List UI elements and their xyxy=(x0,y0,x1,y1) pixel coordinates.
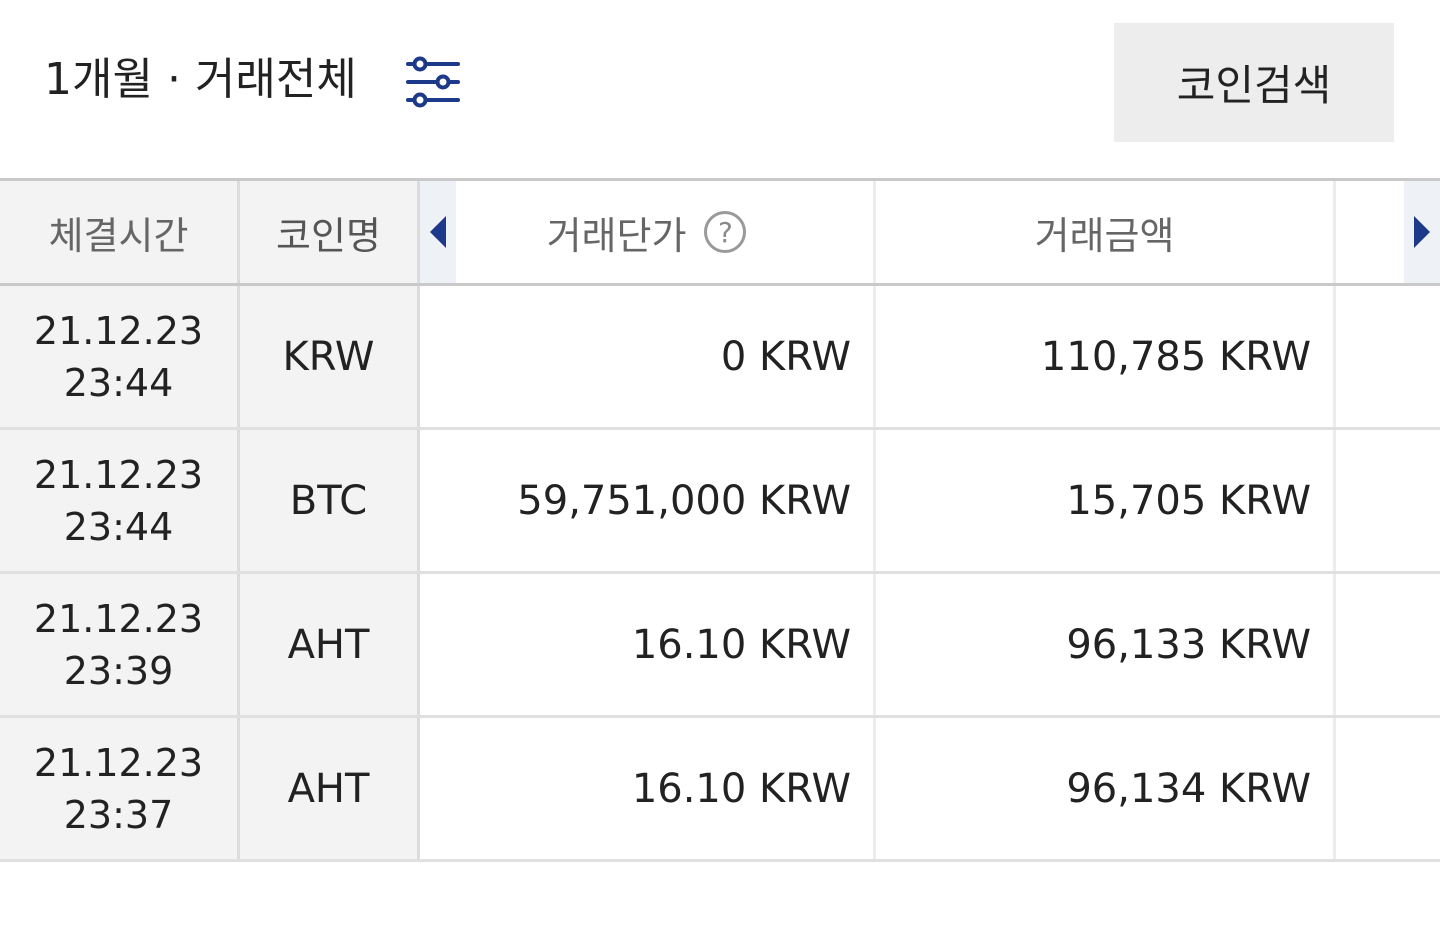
price-cell: 16.10 KRW xyxy=(420,574,876,715)
transaction-table: 체결시간 코인명 거래단가 ? 거래금액 21.12.23 23:44 KRW xyxy=(0,178,1440,862)
trade-price: 0 KRW xyxy=(720,333,851,380)
trade-price: 59,751,000 KRW xyxy=(517,477,851,524)
amount-cell: 96,133 KRW xyxy=(876,574,1336,715)
coin-name: KRW xyxy=(282,333,375,380)
help-icon[interactable]: ? xyxy=(704,211,747,253)
price-cell: 59,751,000 KRW xyxy=(420,430,876,571)
trade-date: 21.12.23 xyxy=(33,596,204,641)
coin-cell: KRW xyxy=(240,286,420,427)
trade-price: 16.10 KRW xyxy=(631,621,851,668)
table-row[interactable]: 21.12.23 23:44 BTC 59,751,000 KRW 15,705… xyxy=(0,430,1440,574)
trade-time: 23:44 xyxy=(63,504,174,549)
time-cell: 21.12.23 23:44 xyxy=(0,430,240,571)
period-filter-label[interactable]: 1개월 · 거래전체 xyxy=(44,50,357,110)
scroll-right-button[interactable] xyxy=(1404,181,1440,283)
trade-date: 21.12.23 xyxy=(33,308,204,353)
column-header-time: 체결시간 xyxy=(48,213,189,258)
coin-name: AHT xyxy=(287,621,370,668)
coin-name: AHT xyxy=(287,765,370,812)
coin-cell: AHT xyxy=(240,718,420,859)
time-cell: 21.12.23 23:44 xyxy=(0,286,240,427)
coin-search-button[interactable]: 코인검색 xyxy=(1114,23,1394,142)
coin-cell: BTC xyxy=(240,430,420,571)
table-row[interactable]: 21.12.23 23:39 AHT 16.10 KRW 96,133 KRW xyxy=(0,574,1440,718)
amount-cell: 15,705 KRW xyxy=(876,430,1336,571)
extra-cell xyxy=(1336,574,1440,715)
table-header: 체결시간 코인명 거래단가 ? 거래금액 xyxy=(0,178,1440,286)
column-header-price: 거래단가 xyxy=(546,213,687,258)
table-body: 21.12.23 23:44 KRW 0 KRW 110,785 KRW 21.… xyxy=(0,286,1440,862)
sliders-icon[interactable] xyxy=(405,56,461,108)
extra-cell xyxy=(1336,718,1440,859)
table-row[interactable]: 21.12.23 23:37 AHT 16.10 KRW 96,134 KRW xyxy=(0,718,1440,862)
column-header-coin: 코인명 xyxy=(276,213,381,258)
extra-cell xyxy=(1336,430,1440,571)
top-bar: 1개월 · 거래전체 코인검색 xyxy=(0,0,1440,178)
trade-time: 23:39 xyxy=(63,648,174,693)
table-row[interactable]: 21.12.23 23:44 KRW 0 KRW 110,785 KRW xyxy=(0,286,1440,430)
extra-cell xyxy=(1336,286,1440,427)
arrow-left-icon xyxy=(430,216,446,248)
coin-cell: AHT xyxy=(240,574,420,715)
trade-amount: 110,785 KRW xyxy=(1040,333,1311,380)
column-header-amount: 거래금액 xyxy=(1034,213,1175,258)
trade-amount: 96,134 KRW xyxy=(1066,765,1311,812)
time-cell: 21.12.23 23:39 xyxy=(0,574,240,715)
header-cell-price: 거래단가 ? xyxy=(420,181,876,283)
trade-date: 21.12.23 xyxy=(33,452,204,497)
trade-date: 21.12.23 xyxy=(33,740,204,785)
trade-amount: 96,133 KRW xyxy=(1066,621,1311,668)
amount-cell: 96,134 KRW xyxy=(876,718,1336,859)
trade-time: 23:44 xyxy=(63,360,174,405)
trade-time: 23:37 xyxy=(63,792,174,837)
header-cell-coin: 코인명 xyxy=(240,181,420,283)
trade-amount: 15,705 KRW xyxy=(1066,477,1311,524)
amount-cell: 110,785 KRW xyxy=(876,286,1336,427)
scroll-left-button[interactable] xyxy=(420,181,456,283)
price-cell: 0 KRW xyxy=(420,286,876,427)
coin-name: BTC xyxy=(289,477,368,524)
arrow-right-icon xyxy=(1414,216,1430,248)
trade-price: 16.10 KRW xyxy=(631,765,851,812)
header-cell-amount: 거래금액 xyxy=(876,181,1336,283)
price-cell: 16.10 KRW xyxy=(420,718,876,859)
time-cell: 21.12.23 23:37 xyxy=(0,718,240,859)
header-cell-time: 체결시간 xyxy=(0,181,240,283)
